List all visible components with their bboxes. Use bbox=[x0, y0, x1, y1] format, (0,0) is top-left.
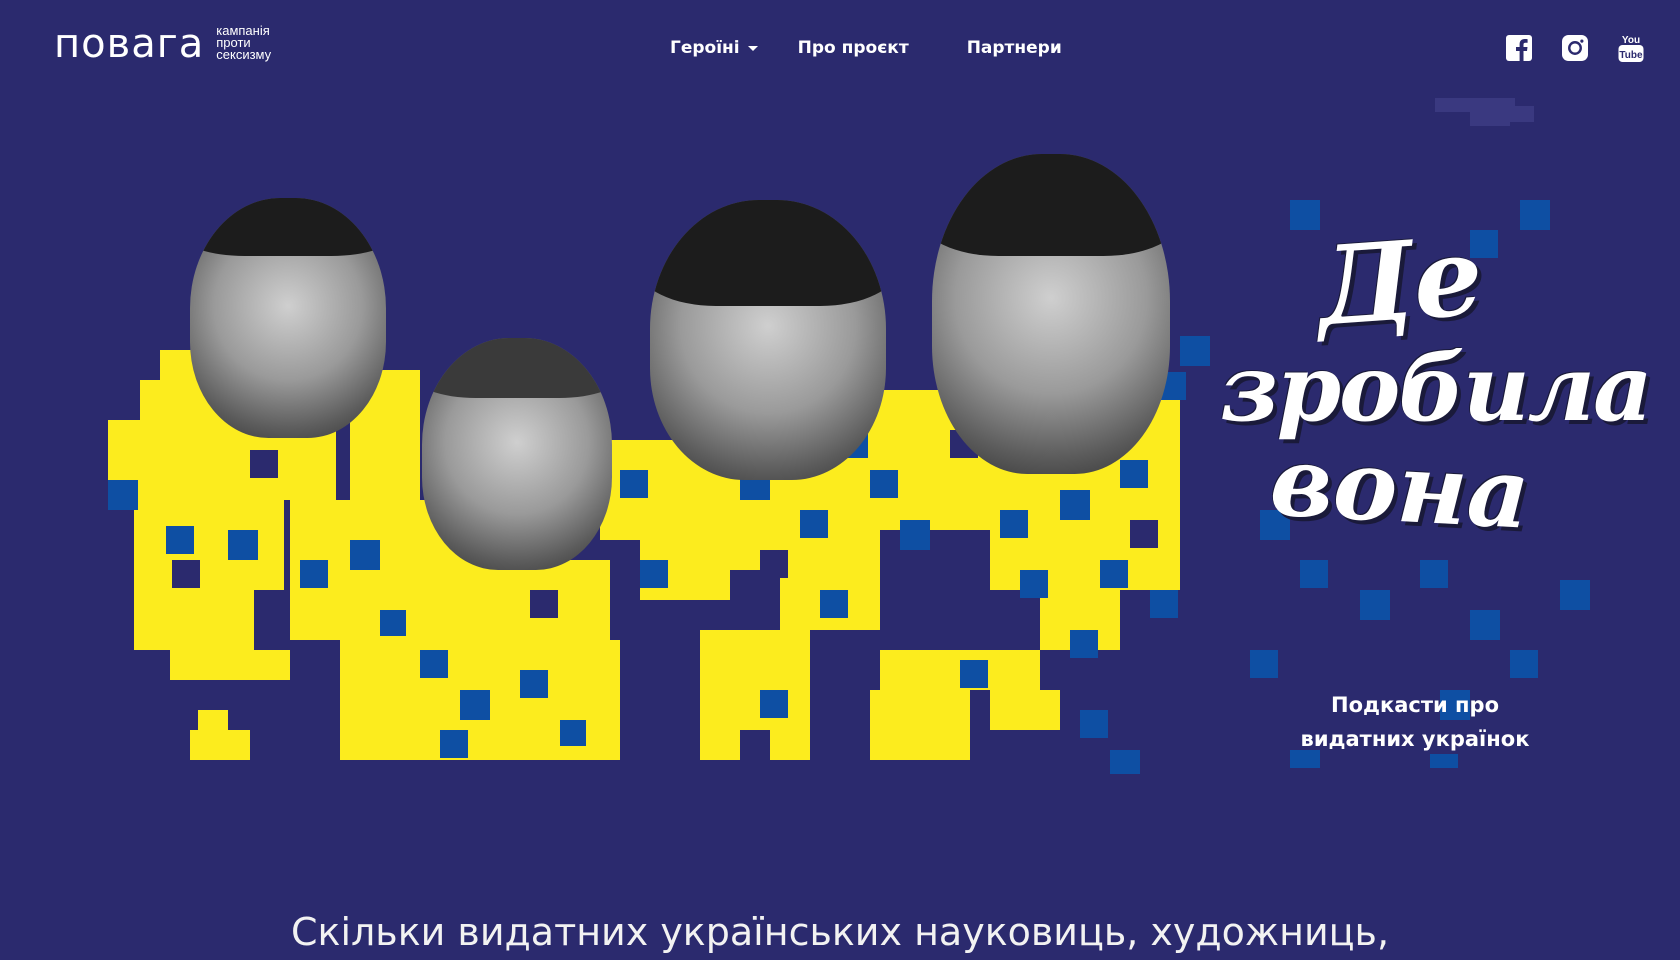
logo-tagline: кампанія проти сексизму bbox=[216, 23, 272, 62]
youtube-icon[interactable]: You Tube bbox=[1618, 34, 1644, 62]
nav-item-partners[interactable]: Партнери bbox=[967, 38, 1062, 58]
nav-item-heroes-label: Героїні bbox=[670, 38, 740, 58]
hero-subtitle-line-1: Подкасти про bbox=[1331, 693, 1499, 717]
hero-subtitle-line-2: видатних українок bbox=[1300, 727, 1530, 751]
logo-wordmark: повага bbox=[54, 21, 205, 67]
nav-item-about-label: Про проєкт bbox=[797, 38, 909, 58]
project-title-line-3: вона bbox=[1267, 424, 1533, 551]
logo[interactable]: повага кампанія проти сексизму bbox=[54, 22, 296, 66]
heroine-portrait-3 bbox=[650, 200, 886, 480]
project-title-line-1: Де bbox=[1313, 213, 1487, 351]
intro-lead-text: Скільки видатних українських науковиць, … bbox=[290, 910, 1390, 954]
chevron-down-icon bbox=[747, 45, 758, 51]
hero-section: Де зробила вона Подкасти про видатних ук… bbox=[0, 90, 1680, 830]
instagram-icon[interactable] bbox=[1562, 34, 1588, 62]
svg-text:You: You bbox=[1622, 35, 1640, 46]
nav-item-heroes[interactable]: Героїні bbox=[670, 38, 758, 58]
main-nav: Героїні Про проєкт Партнери bbox=[670, 38, 1062, 58]
social-links: You Tube bbox=[1506, 34, 1644, 62]
project-title-line-2: зробила bbox=[1220, 334, 1653, 442]
nav-item-about[interactable]: Про проєкт bbox=[798, 38, 909, 58]
facebook-icon[interactable] bbox=[1506, 34, 1532, 62]
svg-text:Tube: Tube bbox=[1619, 50, 1643, 61]
nav-item-partners-label: Партнери bbox=[966, 38, 1062, 58]
site-header: повага кампанія проти сексизму Героїні П… bbox=[0, 0, 1680, 100]
heroine-portrait-1 bbox=[190, 198, 386, 438]
project-title-art: Де зробила вона bbox=[1220, 213, 1653, 550]
heroine-portrait-4 bbox=[932, 154, 1170, 474]
hero-subtitle: Подкасти про видатних українок bbox=[1230, 688, 1600, 756]
heroine-portrait-2 bbox=[422, 338, 612, 570]
